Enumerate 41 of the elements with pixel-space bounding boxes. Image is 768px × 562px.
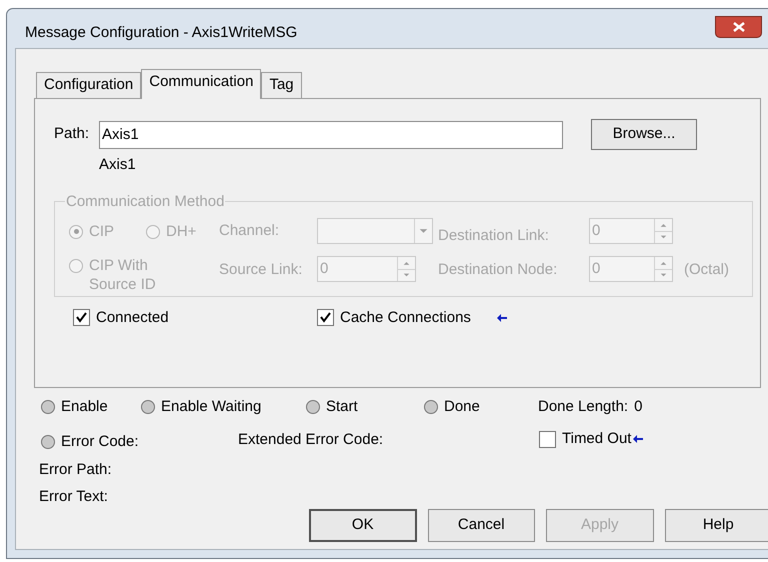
group-title: Communication Method xyxy=(65,192,226,212)
spin-value: 0 xyxy=(319,258,330,278)
dialog-button[interactable]: Help xyxy=(664,509,768,542)
close-icon xyxy=(732,22,744,32)
spin-value: 0 xyxy=(591,258,602,278)
tab[interactable]: Configuration xyxy=(36,72,142,98)
checkbox[interactable] xyxy=(317,309,334,326)
browse-button[interactable]: Browse... xyxy=(591,119,697,150)
dialog-button[interactable]: Cancel xyxy=(428,509,535,542)
close-button[interactable] xyxy=(715,16,762,38)
tab[interactable]: Communication xyxy=(141,69,262,99)
octal-label: (Octal) xyxy=(684,260,729,280)
radio-label: CIP xyxy=(89,222,114,241)
error-code-label: Error Code: xyxy=(61,432,139,452)
path-label: Path: xyxy=(54,124,90,144)
destination-link-label: Destination Link: xyxy=(438,226,550,246)
checkbox-label: Timed Out xyxy=(562,428,632,449)
error-text-label: Error Text: xyxy=(39,486,108,506)
resolved-path: Axis1 xyxy=(99,155,136,175)
dialog-button[interactable]: OK xyxy=(309,509,416,542)
checkbox[interactable] xyxy=(539,430,556,448)
indicator-label: Enable Waiting xyxy=(161,396,262,417)
checkbox-label: Connected xyxy=(96,308,169,328)
indicator-label: Start xyxy=(326,396,358,417)
done-length-value: 0 xyxy=(634,396,642,417)
extended-error-code-label: Extended Error Code: xyxy=(238,430,384,450)
checkbox[interactable] xyxy=(73,309,90,326)
tab[interactable]: Tag xyxy=(261,72,302,98)
checkbox-label: Cache Connections xyxy=(340,308,471,328)
indicator-label: Done xyxy=(444,396,480,417)
channel-label: Channel: xyxy=(219,221,280,241)
destination-node-label: Destination Node: xyxy=(438,260,558,280)
error-path-label: Error Path: xyxy=(39,460,112,480)
source-link-label: Source Link: xyxy=(219,260,304,280)
window-title: Message Configuration - Axis1WriteMSG xyxy=(25,23,298,43)
radio-label: CIP With Source ID xyxy=(89,256,157,294)
indicator-label: Enable xyxy=(61,396,108,417)
radio-label: DH+ xyxy=(166,222,196,241)
path-field[interactable]: Axis1 xyxy=(99,120,563,148)
spin-value: 0 xyxy=(591,221,602,242)
done-length-label: Done Length: xyxy=(538,396,628,417)
